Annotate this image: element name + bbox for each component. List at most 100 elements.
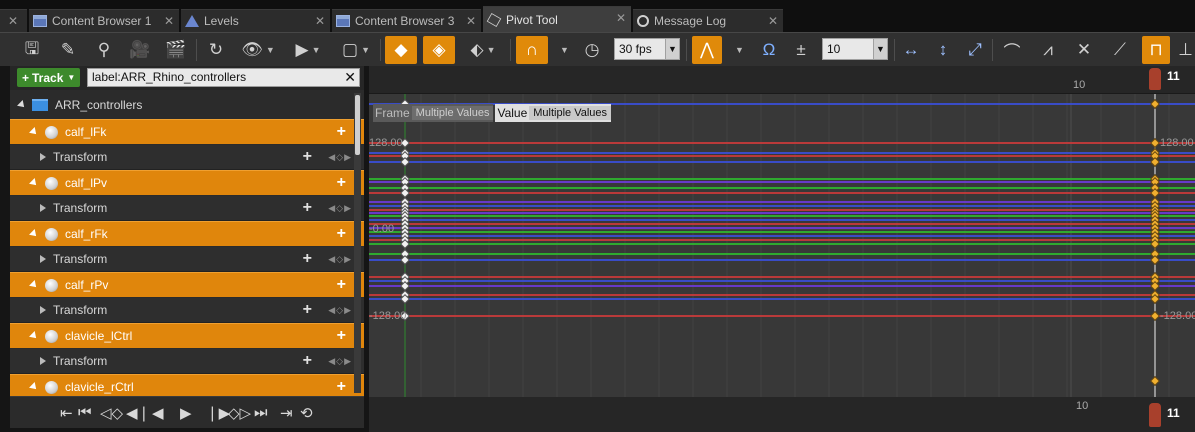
collapse-arrow-icon[interactable] bbox=[40, 306, 46, 314]
fit-vertical-icon[interactable]: ↕ bbox=[930, 36, 956, 64]
frame-field[interactable]: Frame Multiple Values bbox=[373, 104, 494, 122]
refresh-icon[interactable]: ↻ bbox=[202, 36, 230, 64]
add-key-icon[interactable]: + bbox=[337, 378, 346, 396]
transform-row[interactable]: Transform + ◀◇▶ bbox=[10, 247, 364, 272]
tangent-user-icon[interactable]: ⩘ bbox=[1034, 36, 1062, 64]
add-key-icon[interactable]: + bbox=[337, 123, 346, 141]
tab-pivot-tool[interactable]: Pivot Tool ✕ bbox=[483, 6, 631, 32]
tangent-constant-icon[interactable]: ⊓ bbox=[1142, 36, 1170, 64]
close-icon[interactable]: ✕ bbox=[466, 14, 476, 28]
timeline-ruler-top[interactable]: 10 11 bbox=[369, 66, 1195, 94]
add-key-icon[interactable]: + bbox=[337, 276, 346, 294]
step-select[interactable]: 10 ▼ bbox=[822, 38, 888, 60]
jump-end-icon[interactable]: ⇥ bbox=[280, 404, 293, 422]
playhead-handle[interactable] bbox=[1149, 68, 1161, 90]
add-section-icon[interactable]: + bbox=[303, 148, 312, 166]
next-key-icon[interactable]: ⏭ bbox=[254, 404, 268, 421]
curve-mode-icon[interactable]: ⋀ bbox=[692, 36, 722, 64]
tangent-linear-icon[interactable]: ⟋ bbox=[1106, 36, 1134, 64]
play-icon[interactable]: ▶ bbox=[180, 404, 192, 422]
transform-row[interactable]: Transform + ◀◇▶ bbox=[10, 196, 364, 221]
close-icon[interactable]: ✕ bbox=[616, 11, 626, 25]
expand-arrow-icon[interactable] bbox=[17, 99, 27, 110]
clock-icon[interactable]: ◷ bbox=[578, 36, 606, 64]
key-nav-icon[interactable]: ◀◇▶ bbox=[328, 356, 352, 367]
collapse-arrow-icon[interactable] bbox=[40, 204, 46, 212]
add-track-button[interactable]: + Track ▼ bbox=[17, 68, 81, 87]
snap-magnet-icon[interactable]: ∩ bbox=[516, 36, 548, 64]
chevron-down-icon[interactable]: ▼ bbox=[554, 36, 572, 64]
curve-editor-graph[interactable]: 128.00 -0.00 -128.00 128.00 -128.00 Fram… bbox=[369, 94, 1195, 397]
playhead-handle[interactable] bbox=[1149, 403, 1161, 427]
tab-content-browser-3[interactable]: Content Browser 3 ✕ bbox=[332, 9, 481, 32]
transform-row[interactable]: Transform + ◀◇▶ bbox=[10, 145, 364, 170]
flatten-icon[interactable]: ⊥ bbox=[1176, 36, 1195, 64]
track-row-calf-lpv[interactable]: calf_lPv + bbox=[10, 170, 364, 195]
expand-arrow-icon[interactable] bbox=[29, 127, 39, 137]
expand-arrow-icon[interactable] bbox=[29, 229, 39, 239]
auto-key-icon[interactable]: ⬖ ▼ bbox=[463, 36, 503, 64]
step-forward-icon[interactable]: ❘▶ bbox=[206, 404, 230, 422]
clear-search-icon[interactable]: ✕ bbox=[344, 69, 356, 86]
add-section-icon[interactable]: + bbox=[303, 301, 312, 319]
scrollbar-thumb[interactable] bbox=[355, 95, 360, 155]
tangent-auto-icon[interactable]: ⌒ bbox=[998, 36, 1026, 64]
add-section-icon[interactable]: + bbox=[303, 199, 312, 217]
add-section-icon[interactable]: + bbox=[303, 352, 312, 370]
save-icon[interactable]: 🖫 bbox=[18, 36, 46, 64]
close-icon[interactable]: ✕ bbox=[8, 14, 18, 28]
close-icon[interactable]: ✕ bbox=[164, 14, 174, 28]
outliner-scrollbar[interactable] bbox=[354, 93, 361, 393]
clapper-icon[interactable]: 🎬 bbox=[162, 36, 190, 64]
add-key-icon[interactable]: + bbox=[337, 174, 346, 192]
fps-select[interactable]: 30 fps ▼ bbox=[614, 38, 680, 60]
track-search-input[interactable]: label:ARR_Rhino_controllers ✕ bbox=[87, 68, 360, 87]
tab-levels[interactable]: Levels ✕ bbox=[181, 9, 330, 32]
chevron-down-icon[interactable]: ▼ bbox=[728, 36, 748, 64]
transform-row[interactable]: Transform + ◀◇▶ bbox=[10, 298, 364, 323]
add-section-icon[interactable]: + bbox=[303, 250, 312, 268]
time-snap-icon[interactable]: ± bbox=[788, 36, 814, 64]
folder-row[interactable]: ARR_controllers bbox=[10, 92, 364, 117]
tab-close-stub[interactable]: ✕ bbox=[0, 9, 27, 32]
search-icon[interactable]: ⚲ bbox=[90, 36, 118, 64]
visibility-icon[interactable]: 👁 ▼ bbox=[238, 36, 278, 64]
tab-content-browser-1[interactable]: Content Browser 1 ✕ bbox=[29, 9, 179, 32]
snap-value-icon[interactable]: Ω bbox=[756, 36, 782, 64]
step-back-icon[interactable]: ◀❘ bbox=[126, 404, 150, 422]
add-key-icon[interactable]: + bbox=[337, 327, 346, 345]
fit-all-icon[interactable]: ⤢ bbox=[962, 36, 988, 64]
key-nav-icon[interactable]: ◀◇▶ bbox=[328, 254, 352, 265]
prev-key-icon[interactable]: ⏮ bbox=[78, 404, 92, 421]
value-field[interactable]: Value Multiple Values bbox=[495, 104, 612, 122]
prev-keyframe-icon[interactable]: ◁◇ bbox=[100, 404, 123, 422]
play-options-icon[interactable]: ▶ ▼ bbox=[290, 36, 326, 64]
fit-horizontal-icon[interactable]: ↔ bbox=[898, 36, 924, 64]
jump-start-icon[interactable]: ⇤ bbox=[60, 404, 73, 422]
transform-row[interactable]: Transform + ◀◇▶ bbox=[10, 349, 364, 374]
key-nav-icon[interactable]: ◀◇▶ bbox=[328, 152, 352, 163]
key-diamond-icon[interactable]: ◆ bbox=[385, 36, 417, 64]
timeline-ruler-bottom[interactable]: 10 11 bbox=[369, 397, 1195, 432]
close-icon[interactable]: ✕ bbox=[768, 14, 778, 28]
next-keyframe-icon[interactable]: ◇▷ bbox=[228, 404, 251, 422]
key-nav-icon[interactable]: ◀◇▶ bbox=[328, 203, 352, 214]
play-reverse-icon[interactable]: ◀ bbox=[152, 404, 164, 422]
key-nav-icon[interactable]: ◀◇▶ bbox=[328, 305, 352, 316]
track-row-calf-rpv[interactable]: calf_rPv + bbox=[10, 272, 364, 297]
tab-message-log[interactable]: Message Log ✕ bbox=[633, 9, 783, 32]
key-tag-icon[interactable]: ◈ bbox=[423, 36, 455, 64]
add-key-icon[interactable]: + bbox=[337, 225, 346, 243]
track-row-clavicle-lctrl[interactable]: clavicle_lCtrl + bbox=[10, 323, 364, 348]
save-as-icon[interactable]: ✎ bbox=[54, 36, 82, 64]
loop-icon[interactable]: ⟲ bbox=[300, 404, 313, 422]
selection-icon[interactable]: ▢ ▼ bbox=[338, 36, 374, 64]
collapse-arrow-icon[interactable] bbox=[40, 255, 46, 263]
close-icon[interactable]: ✕ bbox=[315, 14, 325, 28]
collapse-arrow-icon[interactable] bbox=[40, 357, 46, 365]
track-row-calf-rfk[interactable]: calf_rFk + bbox=[10, 221, 364, 246]
track-row-clavicle-rctrl[interactable]: clavicle_rCtrl + bbox=[10, 374, 364, 396]
expand-arrow-icon[interactable] bbox=[29, 178, 39, 188]
collapse-arrow-icon[interactable] bbox=[40, 153, 46, 161]
expand-arrow-icon[interactable] bbox=[29, 280, 39, 290]
